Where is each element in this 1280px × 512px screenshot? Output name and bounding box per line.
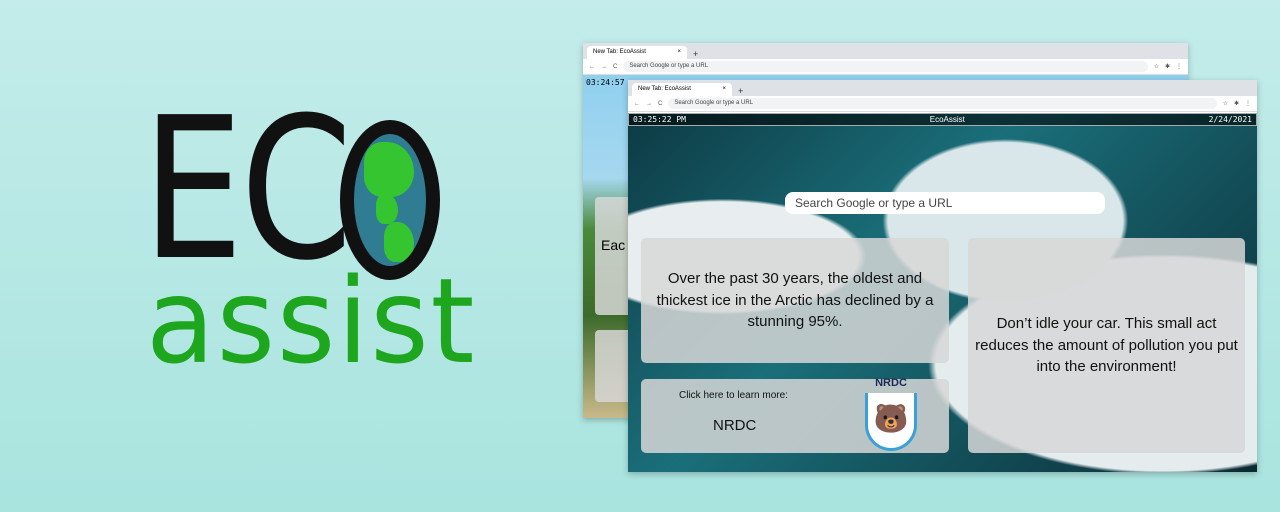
- tip-text: Don’t idle your car. This small act redu…: [975, 314, 1238, 376]
- star-icon[interactable]: ☆: [1154, 63, 1159, 70]
- tab-title: New Tab: EcoAssist: [593, 49, 646, 55]
- clock: 03:25:22 PM: [633, 115, 686, 124]
- front-browser-window: New Tab: EcoAssist × + ← → C Search Google or…: [628, 80, 1257, 472]
- new-tab-icon[interactable]: +: [738, 86, 743, 96]
- reload-icon[interactable]: C: [658, 101, 662, 107]
- back-icon[interactable]: ←: [589, 64, 595, 70]
- polar-bear-icon: 🐻: [865, 392, 917, 451]
- learn-more-label: Click here to learn more:: [679, 390, 788, 401]
- fact-card: Over the past 30 years, the oldest and t…: [641, 238, 949, 363]
- fact-text: Over the past 30 years, the oldest and t…: [656, 269, 934, 331]
- tab-title: New Tab: EcoAssist: [638, 86, 691, 92]
- close-tab-icon[interactable]: ×: [722, 86, 726, 93]
- logo-assist-text: assist: [146, 252, 477, 390]
- extensions-icon[interactable]: ✱: [1234, 100, 1239, 107]
- tip-card: Don’t idle your car. This small act redu…: [968, 238, 1245, 453]
- back-icon[interactable]: ←: [634, 101, 640, 107]
- browser-tab[interactable]: New Tab: EcoAssist ×: [587, 46, 687, 59]
- status-bar: 03:25:22 PM EcoAssist 2/24/2021: [628, 113, 1257, 126]
- close-tab-icon[interactable]: ×: [677, 49, 681, 56]
- omnibox[interactable]: Search Google or type a URL: [668, 98, 1217, 109]
- date: 2/24/2021: [1208, 115, 1252, 124]
- menu-icon[interactable]: ⋮: [1176, 63, 1182, 70]
- extensions-icon[interactable]: ✱: [1165, 63, 1170, 70]
- reload-icon[interactable]: C: [613, 64, 617, 70]
- nrdc-link[interactable]: NRDC: [713, 415, 756, 437]
- star-icon[interactable]: ☆: [1223, 100, 1228, 107]
- nrdc-logo[interactable]: NRDC 🐻: [863, 376, 919, 451]
- nrdc-logo-text: NRDC: [875, 377, 907, 389]
- menu-icon[interactable]: ⋮: [1245, 100, 1251, 107]
- app-name: EcoAssist: [929, 115, 965, 124]
- browser-tab[interactable]: New Tab: EcoAssist ×: [632, 83, 732, 96]
- forward-icon[interactable]: →: [646, 101, 652, 107]
- new-tab-icon[interactable]: +: [693, 49, 698, 59]
- learn-more-card[interactable]: Click here to learn more: NRDC NRDC 🐻: [641, 376, 949, 453]
- forward-icon[interactable]: →: [601, 64, 607, 70]
- search-input[interactable]: Search Google or type a URL: [785, 192, 1105, 214]
- omnibox[interactable]: Search Google or type a URL: [623, 61, 1148, 72]
